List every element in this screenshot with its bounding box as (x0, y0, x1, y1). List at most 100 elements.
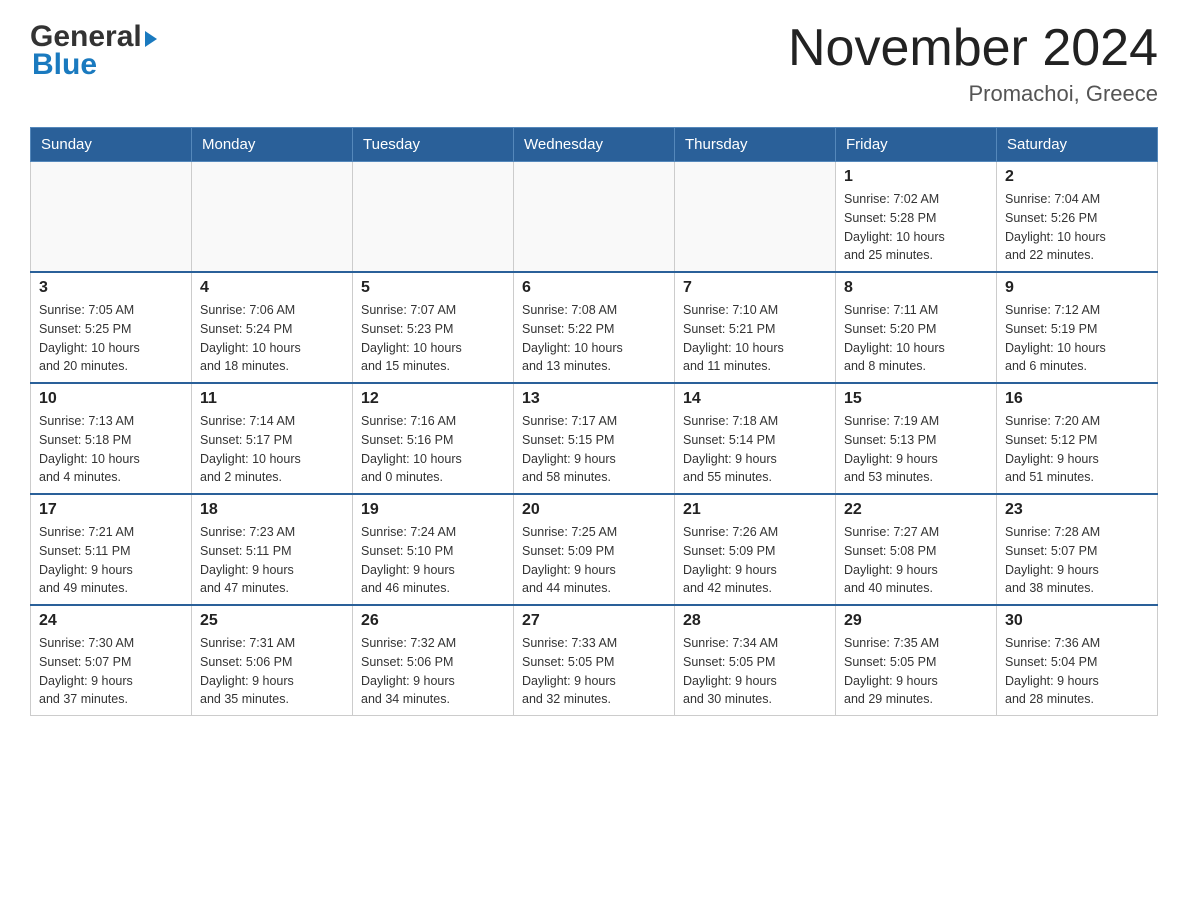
calendar-day-cell: 11 Sunrise: 7:14 AM Sunset: 5:17 PM Dayli… (192, 383, 353, 494)
page-header: General Blue November 2024 Promachoi, Gr… (30, 20, 1158, 107)
calendar-day-cell: 25Sunrise: 7:31 AM Sunset: 5:06 PM Dayli… (192, 605, 353, 716)
day-number: 14 (683, 390, 827, 408)
title-area: November 2024 Promachoi, Greece (788, 20, 1158, 107)
day-info: Sunrise: 7:28 AM Sunset: 5:07 PM Dayligh… (1005, 523, 1149, 598)
day-number: 6 (522, 279, 666, 297)
day-info: Sunrise: 7:07 AM Sunset: 5:23 PM Dayligh… (361, 301, 505, 376)
day-info: Sunrise: 7:06 AM Sunset: 5:24 PM Dayligh… (200, 301, 344, 376)
day-info: Sunrise: 7:21 AM Sunset: 5:11 PM Dayligh… (39, 523, 183, 598)
day-info: Sunrise: 7:31 AM Sunset: 5:06 PM Dayligh… (200, 634, 344, 709)
calendar-day-cell: 27Sunrise: 7:33 AM Sunset: 5:05 PM Dayli… (514, 605, 675, 716)
day-info: Sunrise: 7:32 AM Sunset: 5:06 PM Dayligh… (361, 634, 505, 709)
calendar-day-cell: 29 Sunrise: 7:35 AM Sunset: 5:05 PM Dayli… (836, 605, 997, 716)
calendar-day-cell: 24 Sunrise: 7:30 AM Sunset: 5:07 PM Dayli… (31, 605, 192, 716)
day-info: Sunrise: 7:04 AM Sunset: 5:26 PM Dayligh… (1005, 190, 1149, 265)
calendar-day-cell: 4 Sunrise: 7:06 AM Sunset: 5:24 PM Daylig… (192, 272, 353, 383)
day-number: 4 (200, 279, 344, 297)
day-number: 20 (522, 501, 666, 519)
calendar-day-cell: 15 Sunrise: 7:19 AM Sunset: 5:13 PM Dayli… (836, 383, 997, 494)
calendar-day-cell: 16 Sunrise: 7:20 AM Sunset: 5:12 PM Dayli… (997, 383, 1158, 494)
day-info: Sunrise: 7:25 AM Sunset: 5:09 PM Dayligh… (522, 523, 666, 598)
calendar-day-cell: 12 Sunrise: 7:16 AM Sunset: 5:16 PM Dayli… (353, 383, 514, 494)
day-number: 21 (683, 501, 827, 519)
day-info: Sunrise: 7:20 AM Sunset: 5:12 PM Dayligh… (1005, 412, 1149, 487)
calendar-day-cell: 30 Sunrise: 7:36 AM Sunset: 5:04 PM Dayli… (997, 605, 1158, 716)
day-info: Sunrise: 7:11 AM Sunset: 5:20 PM Dayligh… (844, 301, 988, 376)
header-tuesday: Tuesday (353, 128, 514, 162)
calendar-day-cell: 22 Sunrise: 7:27 AM Sunset: 5:08 PM Dayli… (836, 494, 997, 605)
calendar-day-cell: 17Sunrise: 7:21 AM Sunset: 5:11 PM Dayli… (31, 494, 192, 605)
page-title: November 2024 (788, 20, 1158, 77)
calendar-day-cell (192, 162, 353, 273)
logo-blue-text: Blue (32, 48, 97, 82)
day-info: Sunrise: 7:34 AM Sunset: 5:05 PM Dayligh… (683, 634, 827, 709)
day-number: 16 (1005, 390, 1149, 408)
day-info: Sunrise: 7:13 AM Sunset: 5:18 PM Dayligh… (39, 412, 183, 487)
day-number: 28 (683, 612, 827, 630)
calendar-day-cell: 1 Sunrise: 7:02 AM Sunset: 5:28 PM Daylig… (836, 162, 997, 273)
day-info: Sunrise: 7:27 AM Sunset: 5:08 PM Dayligh… (844, 523, 988, 598)
day-number: 2 (1005, 168, 1149, 186)
calendar-day-cell (675, 162, 836, 273)
day-info: Sunrise: 7:33 AM Sunset: 5:05 PM Dayligh… (522, 634, 666, 709)
day-info: Sunrise: 7:02 AM Sunset: 5:28 PM Dayligh… (844, 190, 988, 265)
day-info: Sunrise: 7:35 AM Sunset: 5:05 PM Dayligh… (844, 634, 988, 709)
header-wednesday: Wednesday (514, 128, 675, 162)
header-thursday: Thursday (675, 128, 836, 162)
day-number: 13 (522, 390, 666, 408)
header-sunday: Sunday (31, 128, 192, 162)
day-number: 15 (844, 390, 988, 408)
calendar-week-row: 17Sunrise: 7:21 AM Sunset: 5:11 PM Dayli… (31, 494, 1158, 605)
calendar-day-cell: 3 Sunrise: 7:05 AM Sunset: 5:25 PM Daylig… (31, 272, 192, 383)
day-info: Sunrise: 7:24 AM Sunset: 5:10 PM Dayligh… (361, 523, 505, 598)
day-number: 9 (1005, 279, 1149, 297)
day-number: 29 (844, 612, 988, 630)
day-info: Sunrise: 7:16 AM Sunset: 5:16 PM Dayligh… (361, 412, 505, 487)
calendar-day-cell: 28 Sunrise: 7:34 AM Sunset: 5:05 PM Dayli… (675, 605, 836, 716)
calendar-day-cell (31, 162, 192, 273)
day-info: Sunrise: 7:26 AM Sunset: 5:09 PM Dayligh… (683, 523, 827, 598)
header-saturday: Saturday (997, 128, 1158, 162)
calendar-header-row: Sunday Monday Tuesday Wednesday Thursday… (31, 128, 1158, 162)
day-info: Sunrise: 7:30 AM Sunset: 5:07 PM Dayligh… (39, 634, 183, 709)
calendar-table: Sunday Monday Tuesday Wednesday Thursday… (30, 127, 1158, 716)
day-number: 30 (1005, 612, 1149, 630)
calendar-week-row: 1 Sunrise: 7:02 AM Sunset: 5:28 PM Daylig… (31, 162, 1158, 273)
header-monday: Monday (192, 128, 353, 162)
day-info: Sunrise: 7:23 AM Sunset: 5:11 PM Dayligh… (200, 523, 344, 598)
calendar-day-cell: 9 Sunrise: 7:12 AM Sunset: 5:19 PM Daylig… (997, 272, 1158, 383)
day-number: 8 (844, 279, 988, 297)
day-info: Sunrise: 7:17 AM Sunset: 5:15 PM Dayligh… (522, 412, 666, 487)
day-info: Sunrise: 7:12 AM Sunset: 5:19 PM Dayligh… (1005, 301, 1149, 376)
logo-triangle-icon (145, 31, 157, 47)
day-info: Sunrise: 7:36 AM Sunset: 5:04 PM Dayligh… (1005, 634, 1149, 709)
day-info: Sunrise: 7:05 AM Sunset: 5:25 PM Dayligh… (39, 301, 183, 376)
day-number: 23 (1005, 501, 1149, 519)
day-info: Sunrise: 7:19 AM Sunset: 5:13 PM Dayligh… (844, 412, 988, 487)
calendar-day-cell (514, 162, 675, 273)
day-number: 22 (844, 501, 988, 519)
calendar-day-cell: 18Sunrise: 7:23 AM Sunset: 5:11 PM Dayli… (192, 494, 353, 605)
logo: General Blue (30, 20, 157, 82)
day-number: 24 (39, 612, 183, 630)
calendar-day-cell: 5 Sunrise: 7:07 AM Sunset: 5:23 PM Daylig… (353, 272, 514, 383)
day-number: 3 (39, 279, 183, 297)
calendar-day-cell: 7Sunrise: 7:10 AM Sunset: 5:21 PM Daylig… (675, 272, 836, 383)
calendar-day-cell: 6 Sunrise: 7:08 AM Sunset: 5:22 PM Daylig… (514, 272, 675, 383)
calendar-day-cell: 23 Sunrise: 7:28 AM Sunset: 5:07 PM Dayli… (997, 494, 1158, 605)
header-friday: Friday (836, 128, 997, 162)
day-info: Sunrise: 7:08 AM Sunset: 5:22 PM Dayligh… (522, 301, 666, 376)
day-number: 10 (39, 390, 183, 408)
day-info: Sunrise: 7:18 AM Sunset: 5:14 PM Dayligh… (683, 412, 827, 487)
calendar-week-row: 10 Sunrise: 7:13 AM Sunset: 5:18 PM Dayli… (31, 383, 1158, 494)
calendar-day-cell: 26Sunrise: 7:32 AM Sunset: 5:06 PM Dayli… (353, 605, 514, 716)
calendar-day-cell: 21 Sunrise: 7:26 AM Sunset: 5:09 PM Dayli… (675, 494, 836, 605)
day-number: 19 (361, 501, 505, 519)
day-number: 11 (200, 390, 344, 408)
calendar-week-row: 24 Sunrise: 7:30 AM Sunset: 5:07 PM Dayli… (31, 605, 1158, 716)
day-info: Sunrise: 7:14 AM Sunset: 5:17 PM Dayligh… (200, 412, 344, 487)
day-number: 1 (844, 168, 988, 186)
day-number: 12 (361, 390, 505, 408)
page-subtitle: Promachoi, Greece (788, 81, 1158, 107)
day-number: 5 (361, 279, 505, 297)
